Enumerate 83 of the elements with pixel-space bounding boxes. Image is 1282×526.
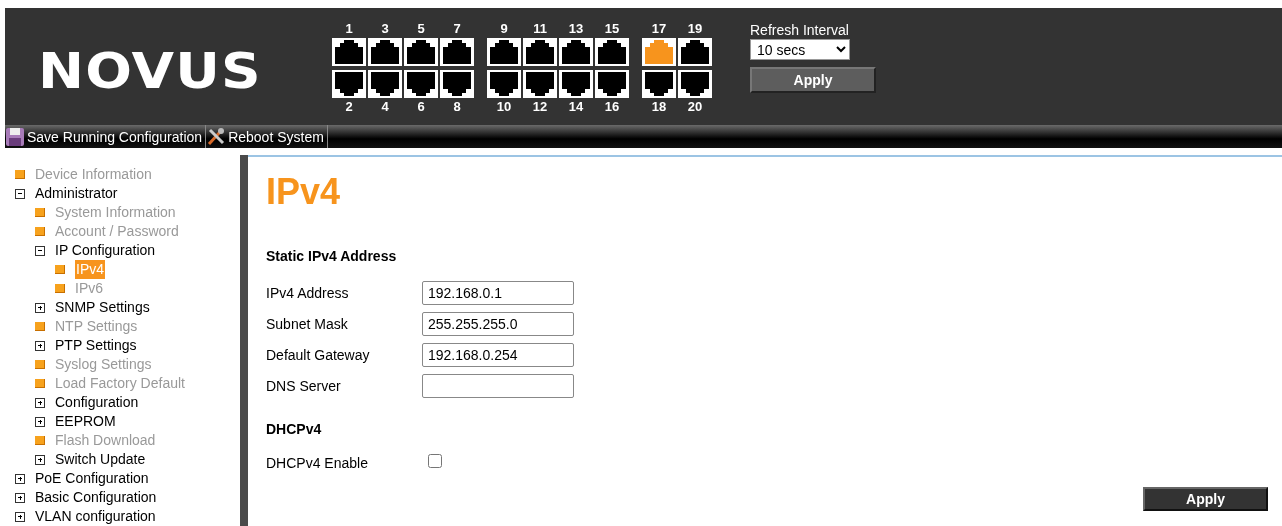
- expand-icon[interactable]: [15, 511, 25, 522]
- ethernet-port-icon[interactable]: [487, 70, 521, 98]
- page-icon: [15, 170, 25, 179]
- ethernet-port-icon[interactable]: [404, 70, 438, 98]
- sidebar-folder[interactable]: VLAN configuration: [35, 507, 156, 526]
- port-number: 2: [345, 100, 353, 114]
- ethernet-port-icon[interactable]: [523, 38, 557, 66]
- reboot-button[interactable]: Reboot System: [206, 125, 328, 148]
- save-configuration-button[interactable]: Save Running Configuration: [5, 125, 207, 148]
- ethernet-port-icon[interactable]: [595, 38, 629, 66]
- apply-button[interactable]: Apply: [750, 67, 876, 93]
- ethernet-port-icon[interactable]: [678, 38, 712, 66]
- sidebar-folder[interactable]: EEPROM: [55, 412, 116, 431]
- field-label: Default Gateway: [266, 347, 371, 363]
- ethernet-port-icon[interactable]: [368, 38, 402, 66]
- port-number: 19: [687, 22, 703, 36]
- port-number: 15: [604, 22, 620, 36]
- ethernet-port-icon[interactable]: [487, 38, 521, 66]
- port-number: 7: [453, 22, 461, 36]
- expand-icon[interactable]: [15, 473, 25, 484]
- port-number: 9: [500, 22, 508, 36]
- apply-button[interactable]: Apply: [1143, 487, 1268, 511]
- port-number: 10: [496, 100, 512, 114]
- ethernet-port-icon[interactable]: [368, 70, 402, 98]
- input-field[interactable]: 192.168.0.254: [422, 343, 574, 367]
- field-label: IPv4 Address: [266, 285, 350, 301]
- expand-icon[interactable]: [35, 397, 45, 408]
- port-number: 12: [532, 100, 548, 114]
- refresh-interval-select[interactable]: 10 secs: [750, 39, 850, 60]
- field-label: DNS Server: [266, 378, 342, 394]
- expand-icon[interactable]: [35, 302, 45, 313]
- port-number: 3: [381, 22, 389, 36]
- section-heading: DHCPv4: [266, 420, 323, 439]
- port-number: 14: [568, 100, 584, 114]
- port-number: 18: [651, 100, 667, 114]
- field-label: Subnet Mask: [266, 316, 349, 332]
- sidebar-folder[interactable]: IP Configuration: [55, 241, 156, 260]
- ethernet-port-icon[interactable]: [523, 70, 557, 98]
- ethernet-port-icon[interactable]: [440, 38, 474, 66]
- ethernet-port-icon[interactable]: [642, 70, 676, 98]
- sidebar-folder[interactable]: Administrator: [35, 184, 118, 203]
- checkbox[interactable]: [428, 454, 442, 468]
- collapse-icon[interactable]: [15, 188, 25, 199]
- sidebar-folder[interactable]: Basic Configuration: [35, 488, 157, 507]
- input-field[interactable]: 192.168.0.1: [422, 281, 574, 305]
- port-number: 11: [533, 22, 547, 36]
- port-number: 17: [651, 22, 667, 36]
- expand-icon[interactable]: [35, 454, 45, 465]
- ethernet-port-icon[interactable]: [559, 38, 593, 66]
- sidebar-folder[interactable]: SNMP Settings: [55, 298, 150, 317]
- port-number: 1: [345, 22, 353, 36]
- ethernet-port-icon[interactable]: [332, 38, 366, 66]
- logo: NOVUS: [38, 44, 263, 98]
- ethernet-port-icon[interactable]: [404, 38, 438, 66]
- sidebar-folder[interactable]: PoE Configuration: [35, 469, 149, 488]
- port-number: 16: [604, 100, 620, 114]
- port-number: 6: [417, 100, 425, 114]
- port-number: 8: [453, 100, 461, 114]
- ethernet-port-icon[interactable]: [678, 70, 712, 98]
- port-number: 20: [687, 100, 703, 114]
- ethernet-port-icon[interactable]: [595, 70, 629, 98]
- collapse-icon[interactable]: [35, 245, 45, 256]
- expand-icon[interactable]: [35, 340, 45, 351]
- page-title: IPv4: [266, 171, 342, 213]
- ethernet-port-icon[interactable]: [440, 70, 474, 98]
- port-number: 5: [417, 22, 425, 36]
- checkbox-label: DHCPv4 Enable: [266, 454, 369, 471]
- ethernet-port-icon[interactable]: [559, 70, 593, 98]
- page-icon: [35, 322, 45, 331]
- input-field[interactable]: [422, 374, 574, 398]
- sidebar-folder[interactable]: PTP Settings: [55, 336, 137, 355]
- sidebar-folder[interactable]: Configuration: [55, 393, 139, 412]
- ethernet-port-icon[interactable]: [332, 70, 366, 98]
- tools-icon: [206, 126, 227, 147]
- refresh-interval-label: Refresh Interval: [750, 22, 849, 38]
- expand-icon[interactable]: [15, 492, 25, 503]
- expand-icon[interactable]: [35, 416, 45, 427]
- port-number: 13: [568, 22, 584, 36]
- port-number: 4: [381, 100, 389, 114]
- input-field[interactable]: 255.255.255.0: [422, 312, 574, 336]
- sidebar-folder[interactable]: Switch Update: [55, 450, 146, 469]
- page-icon: [35, 436, 45, 445]
- section-heading: Static IPv4 Address: [266, 247, 398, 266]
